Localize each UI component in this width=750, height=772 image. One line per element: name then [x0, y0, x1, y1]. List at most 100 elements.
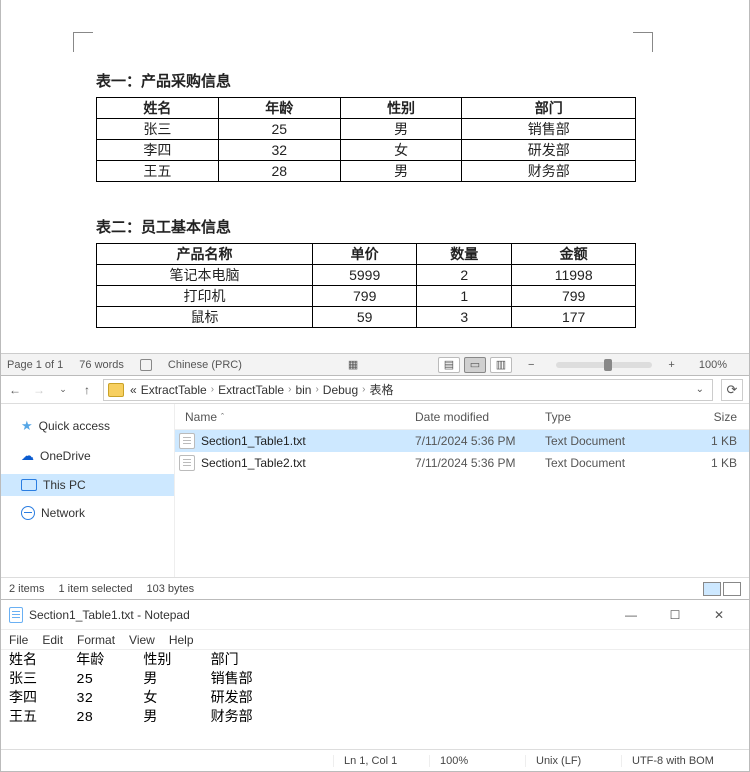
nav-forward-button[interactable]: → [31, 382, 47, 398]
word-status-bar: Page 1 of 1 76 words Chinese (PRC) ▦ ▤ ▭… [1, 353, 749, 375]
pc-icon [21, 479, 37, 491]
table-cell: 799 [512, 286, 636, 307]
maximize-button[interactable]: ☐ [653, 601, 697, 629]
thumbnails-view-button[interactable] [723, 582, 741, 596]
selection-size: 103 bytes [146, 583, 194, 595]
sidebar-item-quick-access[interactable]: ★Quick access [1, 414, 174, 438]
proofing-icon[interactable] [140, 359, 152, 371]
column-header-date[interactable]: Date modified [415, 410, 545, 424]
chevron-right-icon: › [211, 384, 214, 395]
table-header-cell: 数量 [417, 244, 512, 265]
sort-indicator-icon: ˆ [221, 412, 224, 422]
close-button[interactable]: ✕ [697, 601, 741, 629]
sidebar-item-network[interactable]: Network [1, 502, 174, 524]
star-icon: ★ [21, 418, 33, 434]
minimize-button[interactable]: ― [609, 601, 653, 629]
breadcrumb-ellipsis[interactable]: « [130, 383, 137, 397]
explorer-status-bar: 2 items 1 item selected 103 bytes [1, 577, 749, 599]
nav-history-button[interactable]: ⌄ [55, 382, 71, 398]
table-row: 鼠标 59 3 177 [97, 307, 636, 328]
encoding: UTF-8 with BOM [621, 755, 741, 767]
view-web-layout-button[interactable]: ▥ [490, 357, 512, 373]
notepad-text-area[interactable]: 姓名 年龄 性别 部门 张三 25 男 销售部 李四 32 女 研发部 王五 2… [1, 650, 749, 749]
table-cell: 研发部 [462, 140, 636, 161]
table-cell: 销售部 [462, 119, 636, 140]
details-view-button[interactable] [703, 582, 721, 596]
table-cell: 打印机 [97, 286, 313, 307]
item-count: 2 items [9, 583, 44, 595]
table-cell: 25 [218, 119, 340, 140]
page-indicator[interactable]: Page 1 of 1 [7, 359, 63, 371]
notepad-icon [9, 607, 23, 623]
file-row[interactable]: Section1_Table1.txt 7/11/2024 5:36 PM Te… [175, 430, 749, 452]
table-cell: 32 [218, 140, 340, 161]
view-toggle-group [703, 582, 741, 596]
table-row: 王五 28 男 财务部 [97, 161, 636, 182]
zoom-slider-thumb[interactable] [604, 359, 612, 371]
nav-up-button[interactable]: ↑ [79, 382, 95, 398]
table2-title: 表二：员工基本信息 [96, 216, 679, 237]
table-cell: 28 [218, 161, 340, 182]
table-header-cell: 产品名称 [97, 244, 313, 265]
table-header-cell: 部门 [462, 98, 636, 119]
network-icon [21, 506, 35, 520]
menu-help[interactable]: Help [169, 633, 194, 647]
zoom-percent[interactable]: 100% [699, 359, 727, 371]
table-cell: 59 [313, 307, 417, 328]
sidebar-item-onedrive[interactable]: ☁OneDrive [1, 444, 174, 468]
chevron-right-icon: › [315, 384, 318, 395]
document-page: 表一：产品采购信息 姓名 年龄 性别 部门 张三 25 男 销售部 李四 32 … [1, 0, 749, 375]
zoom-slider[interactable] [556, 362, 652, 368]
breadcrumb-dropdown-button[interactable]: ⌄ [692, 384, 708, 395]
notepad-titlebar[interactable]: Section1_Table1.txt - Notepad ― ☐ ✕ [1, 600, 749, 630]
selection-count: 1 item selected [58, 583, 132, 595]
refresh-button[interactable]: ⟳ [721, 379, 743, 401]
language-indicator[interactable]: Chinese (PRC) [168, 359, 242, 371]
column-header-size[interactable]: Size [655, 410, 749, 424]
breadcrumb[interactable]: « ExtractTable› ExtractTable› bin› Debug… [103, 379, 713, 401]
column-header-type[interactable]: Type [545, 410, 655, 424]
menu-view[interactable]: View [129, 633, 155, 647]
nav-back-button[interactable]: ← [7, 382, 23, 398]
file-type: Text Document [545, 456, 655, 470]
table-cell: 财务部 [462, 161, 636, 182]
explorer-nav-bar: ← → ⌄ ↑ « ExtractTable › ExtractTable › bi… [1, 376, 749, 404]
word-count[interactable]: 76 words [79, 359, 124, 371]
cloud-icon: ☁ [21, 448, 34, 464]
list-header-row: Nameˆ Date modified Type Size [175, 404, 749, 430]
file-size: 1 KB [655, 434, 749, 448]
table-cell: 李四 [97, 140, 219, 161]
breadcrumb-part[interactable]: 表格 [370, 381, 394, 398]
table-cell: 3 [417, 307, 512, 328]
folder-icon [108, 383, 124, 397]
table-header-row: 产品名称 单价 数量 金额 [97, 244, 636, 265]
crop-mark [633, 32, 653, 52]
sidebar-item-this-pc[interactable]: This PC [1, 474, 174, 496]
breadcrumb-part[interactable]: Debug [323, 383, 358, 397]
view-read-mode-button[interactable]: ▤ [438, 357, 460, 373]
menu-edit[interactable]: Edit [42, 633, 63, 647]
column-header-name[interactable]: Nameˆ [175, 410, 415, 424]
breadcrumb-part[interactable]: ExtractTable [141, 383, 207, 397]
table-row: 张三 25 男 销售部 [97, 119, 636, 140]
table-header-cell: 姓名 [97, 98, 219, 119]
file-size: 1 KB [655, 456, 749, 470]
view-print-layout-button[interactable]: ▭ [464, 357, 486, 373]
table-header-cell: 单价 [313, 244, 417, 265]
breadcrumb-part[interactable]: bin [295, 383, 311, 397]
zoom-out-button[interactable]: − [528, 359, 534, 371]
table-cell: 2 [417, 265, 512, 286]
file-date: 7/11/2024 5:36 PM [415, 434, 545, 448]
notepad-menu-bar: File Edit Format View Help [1, 630, 749, 650]
table1-title: 表一：产品采购信息 [96, 70, 679, 91]
table-header-cell: 年龄 [218, 98, 340, 119]
menu-file[interactable]: File [9, 633, 28, 647]
breadcrumb-part[interactable]: ExtractTable [218, 383, 284, 397]
table-cell: 鼠标 [97, 307, 313, 328]
table-cell: 女 [340, 140, 462, 161]
menu-format[interactable]: Format [77, 633, 115, 647]
sidebar-item-label: This PC [43, 478, 86, 492]
zoom-in-button[interactable]: + [668, 359, 674, 371]
macro-icon[interactable]: ▦ [348, 358, 358, 371]
file-row[interactable]: Section1_Table2.txt 7/11/2024 5:36 PM Te… [175, 452, 749, 474]
